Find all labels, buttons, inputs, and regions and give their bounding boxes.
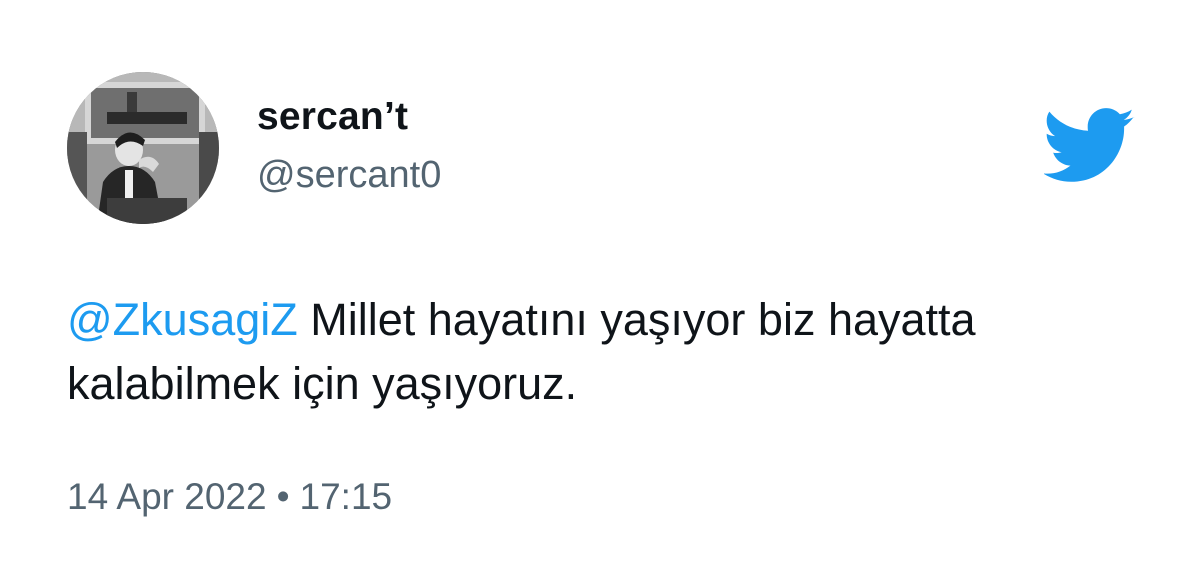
mention-link[interactable]: @ZkusagiZ: [67, 294, 298, 345]
timestamp[interactable]: 14 Apr 2022 • 17:15: [67, 476, 392, 518]
avatar[interactable]: [67, 72, 219, 224]
timestamp-separator: •: [276, 476, 290, 517]
tweet-time: 17:15: [299, 476, 393, 517]
tweet-text-line1: Millet hayatını yaşıyor biz hayatta: [297, 294, 976, 345]
tweet-text: @ZkusagiZ Millet hayatını yaşıyor biz ha…: [67, 288, 1127, 416]
handle[interactable]: @sercant0: [257, 154, 441, 197]
tweet-card: sercan’t @sercant0 @ZkusagiZ Millet haya…: [0, 0, 1200, 585]
display-name[interactable]: sercan’t: [257, 95, 408, 139]
tweet-date: 14 Apr 2022: [67, 476, 267, 517]
profile-photo: [67, 72, 219, 224]
twitter-bird-icon[interactable]: [1044, 108, 1136, 183]
tweet-text-line2: kalabilmek için yaşıyoruz.: [67, 358, 578, 409]
